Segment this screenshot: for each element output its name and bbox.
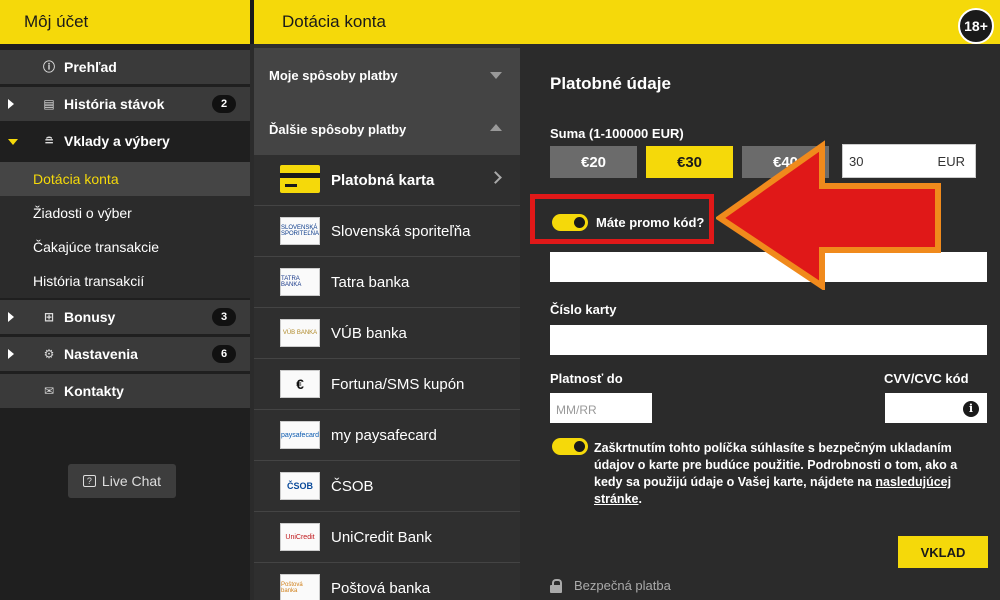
section-label: Ďalšie spôsoby platby <box>269 121 407 137</box>
info-icon[interactable]: i <box>963 401 979 417</box>
sidebar-item-label: Nastavenia <box>64 346 138 362</box>
slsp-logo: SLOVENSKÁ SPORITEĽŇA <box>280 217 320 245</box>
payment-method-label: VÚB banka <box>331 325 407 342</box>
cvv-label: CVV/CVC kód <box>884 371 969 386</box>
sidebar-item-bonuses[interactable]: ⊞ Bonusy 3 <box>0 300 250 334</box>
payment-method-postova[interactable]: Poštová banka Poštová banka <box>254 563 520 600</box>
payment-method-label: Tatra banka <box>331 274 410 291</box>
gift-icon: ⊞ <box>43 310 55 324</box>
secure-payment-note: Bezpečná platba <box>550 578 671 593</box>
sidebar-subitem-pending-transactions[interactable]: Čakajúce transakcie <box>0 230 250 264</box>
section-label: Moje spôsoby platby <box>269 67 398 83</box>
sidebar-item-label: Vklady a výbery <box>64 133 170 149</box>
payment-method-csob[interactable]: ČSOB ČSOB <box>254 461 520 512</box>
mail-icon: ✉ <box>43 384 55 398</box>
sidebar: ⓘ Prehľad ▤ História stávok 2 ≘ Vklady a… <box>0 44 250 600</box>
sidebar-subitem-deposit[interactable]: Dotácia konta <box>0 162 250 196</box>
expiry-label: Platnosť do <box>550 371 623 386</box>
page-title: Dotácia konta <box>282 12 386 31</box>
payment-method-label: Poštová banka <box>331 580 431 597</box>
account-title: Môj účet <box>24 12 89 31</box>
csob-logo: ČSOB <box>280 472 320 500</box>
payment-form: Platobné údaje Suma (1-100000 EUR) €20 €… <box>520 44 1000 600</box>
deposit-button[interactable]: VKLAD <box>898 536 988 568</box>
save-card-toggle[interactable] <box>552 438 588 455</box>
count-badge: 6 <box>212 345 236 363</box>
age-restriction-badge: 18+ <box>958 8 994 44</box>
card-number-input[interactable] <box>550 325 987 355</box>
sidebar-item-contacts[interactable]: ✉ Kontakty <box>0 374 250 408</box>
amount-20-button[interactable]: €20 <box>550 146 637 178</box>
payment-method-vub[interactable]: VÚB BANKA VÚB banka <box>254 308 520 359</box>
chevron-right-icon <box>489 171 502 184</box>
payment-method-label: Platobná karta <box>331 172 435 189</box>
sidebar-item-bet-history[interactable]: ▤ História stávok 2 <box>0 87 250 121</box>
info-icon: ⓘ <box>42 60 55 74</box>
amount-label: Suma (1-100000 EUR) <box>550 126 684 141</box>
live-chat-label: Live Chat <box>101 473 162 489</box>
payment-methods-panel: Moje spôsoby platby Ďalšie spôsoby platb… <box>254 44 520 600</box>
chevron-up-icon <box>490 124 502 131</box>
expand-arrow-icon <box>8 99 14 109</box>
payment-method-label: Fortuna/SMS kupón <box>331 376 465 393</box>
tatra-banka-logo: TATRA BANKA <box>280 268 320 296</box>
payment-method-fortuna-sms[interactable]: € Fortuna/SMS kupón <box>254 359 520 410</box>
payment-method-slsp[interactable]: SLOVENSKÁ SPORITEĽŇA Slovenská sporiteľň… <box>254 206 520 257</box>
receipt-icon: ▤ <box>43 97 55 111</box>
chat-icon: ? <box>82 475 96 487</box>
sidebar-item-label: Bonusy <box>64 309 116 325</box>
expiry-placeholder: MM/RR <box>556 403 597 417</box>
sidebar-item-label: Kontakty <box>64 383 124 399</box>
postova-banka-logo: Poštová banka <box>280 574 320 600</box>
count-badge: 3 <box>212 308 236 326</box>
payment-method-label: Slovenská sporiteľňa <box>331 223 471 240</box>
credit-card-icon <box>280 165 320 193</box>
payment-method-unicredit[interactable]: UniCredit UniCredit Bank <box>254 512 520 563</box>
annotation-arrow <box>716 140 941 290</box>
unicredit-logo: UniCredit <box>280 523 320 551</box>
sidebar-subitem-withdrawal-requests[interactable]: Žiadosti o výber <box>0 196 250 230</box>
chevron-down-icon <box>490 72 502 79</box>
sidebar-item-label: Prehľad <box>64 59 117 75</box>
collapse-arrow-icon <box>8 139 18 145</box>
sidebar-item-overview[interactable]: ⓘ Prehľad <box>0 50 250 84</box>
promo-code-label: Máte promo kód? <box>596 215 705 230</box>
payment-method-paysafecard[interactable]: paysafecard my paysafecard <box>254 410 520 461</box>
sidebar-item-label: História stávok <box>64 96 165 112</box>
card-number-label: Číslo karty <box>550 302 617 317</box>
expand-arrow-icon <box>8 312 14 322</box>
expand-arrow-icon <box>8 349 14 359</box>
sidebar-item-settings[interactable]: ⚙ Nastavenia 6 <box>0 337 250 371</box>
payment-method-label: ČSOB <box>331 478 374 495</box>
count-badge: 2 <box>212 95 236 113</box>
cvv-input[interactable]: i <box>885 393 987 423</box>
promo-code-toggle[interactable] <box>552 214 588 231</box>
vub-banka-logo: VÚB BANKA <box>280 319 320 347</box>
other-payment-methods-header[interactable]: Ďalšie spôsoby platby <box>254 102 520 156</box>
save-card-consent-text: Zaškrtnutím tohto políčka súhlasíte s be… <box>594 440 966 508</box>
sidebar-subitem-transaction-history[interactable]: História transakcií <box>0 264 250 298</box>
gears-icon: ⚙ <box>43 347 55 361</box>
paysafecard-logo: paysafecard <box>280 421 320 449</box>
sidebar-submenu: Dotácia konta Žiadosti o výber Čakajúce … <box>0 162 250 298</box>
consent-end: . <box>638 492 642 506</box>
sidebar-item-deposits-withdrawals[interactable]: ≘ Vklady a výbery <box>0 124 250 158</box>
my-payment-methods-header[interactable]: Moje spôsoby platby <box>254 48 520 102</box>
expiry-input[interactable]: MM/RR <box>550 393 652 423</box>
payment-method-label: UniCredit Bank <box>331 529 432 546</box>
live-chat-button[interactable]: ? Live Chat <box>68 464 176 498</box>
payment-method-card[interactable]: Platobná karta <box>254 155 520 206</box>
secure-payment-label: Bezpečná platba <box>574 578 671 593</box>
coins-icon: ≘ <box>43 134 55 148</box>
top-header: Môj účet Dotácia konta 18+ <box>0 0 1000 44</box>
payment-method-label: my paysafecard <box>331 427 437 444</box>
lock-icon <box>550 578 562 593</box>
form-title: Platobné údaje <box>550 74 671 93</box>
euro-voucher-logo: € <box>280 370 320 398</box>
payment-method-tatra[interactable]: TATRA BANKA Tatra banka <box>254 257 520 308</box>
